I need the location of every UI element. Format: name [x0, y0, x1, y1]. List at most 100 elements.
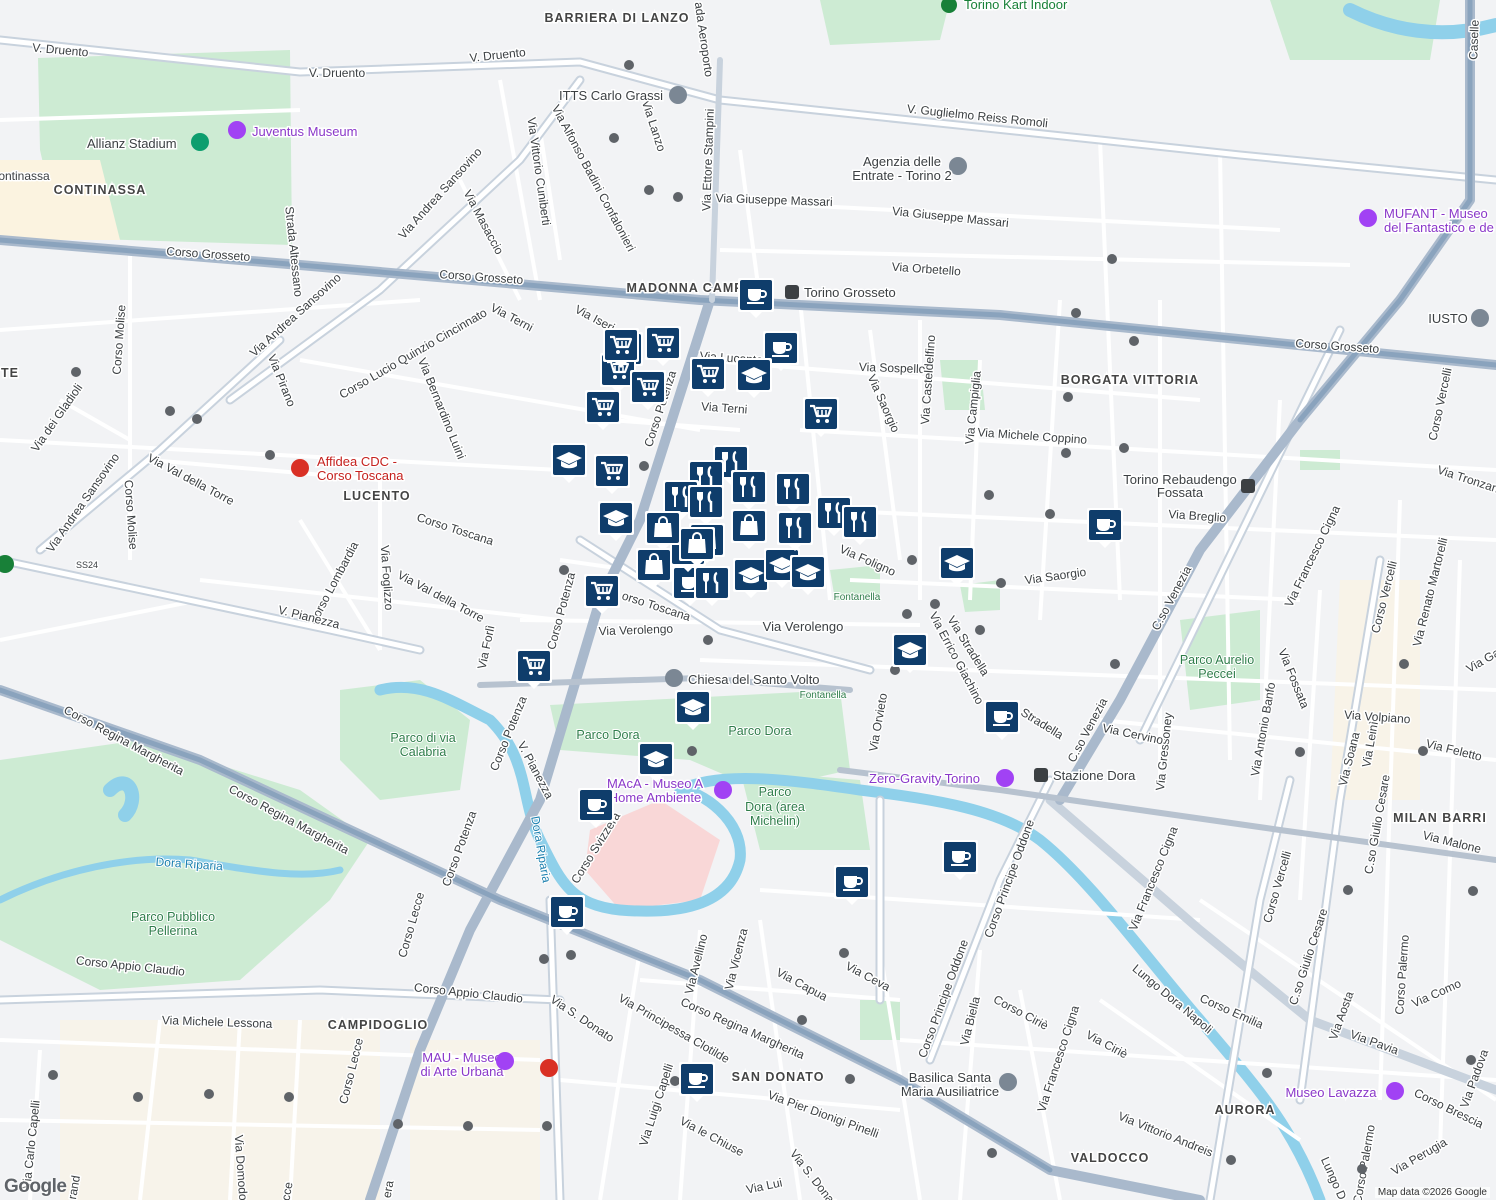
church-icon: [665, 669, 683, 687]
coffee-marker[interactable]: [833, 863, 871, 905]
google-logo: Google: [4, 1176, 67, 1197]
area-san-donato: SAN DONATO: [732, 1070, 825, 1084]
grocery-marker[interactable]: [629, 368, 667, 410]
school-icon: [598, 501, 634, 541]
coffee-icon: [942, 840, 978, 880]
svg-text:IUSTO: IUSTO: [1428, 311, 1468, 326]
museum-icon: [1386, 1082, 1404, 1100]
area-valdocco: VALDOCCO: [1071, 1151, 1150, 1165]
map-canvas[interactable]: BARRIERA DI LANZO CONTINASSA LUCENTO BOR…: [0, 0, 1496, 1200]
museum-icon: [1359, 209, 1377, 227]
school-marker[interactable]: [674, 688, 712, 730]
shopping-marker[interactable]: [635, 546, 673, 588]
svg-text:Parco Dora: Parco Dora: [576, 728, 639, 742]
svg-text:di Arte Urbana: di Arte Urbana: [420, 1064, 504, 1079]
area-continassa: CONTINASSA: [54, 183, 147, 197]
coffee-marker[interactable]: [678, 1060, 716, 1102]
grocery-marker[interactable]: [584, 388, 622, 430]
restaurant-icon: [694, 566, 730, 606]
church-icon: [999, 1073, 1017, 1091]
restaurant-icon: [842, 505, 878, 545]
restaurant-marker[interactable]: [776, 509, 814, 551]
grocery-icon: [690, 357, 726, 397]
svg-text:Parco Dora: Parco Dora: [728, 724, 791, 738]
svg-text:Via Verolengo: Via Verolengo: [598, 622, 673, 639]
svg-text:Juventus Museum: Juventus Museum: [252, 124, 358, 139]
svg-text:Fontanella: Fontanella: [834, 592, 881, 603]
restaurant-marker[interactable]: [730, 468, 768, 510]
restaurant-icon: [777, 511, 813, 551]
restaurant-icon: [775, 472, 811, 512]
coffee-icon: [679, 1062, 715, 1102]
restaurant-marker[interactable]: [687, 483, 725, 525]
grocery-marker[interactable]: [602, 326, 640, 368]
svg-text:cce: cce: [279, 1181, 296, 1200]
svg-text:Parco Pubblico: Parco Pubblico: [131, 910, 215, 924]
svg-text:Via Verolengo: Via Verolengo: [763, 619, 844, 634]
school-marker[interactable]: [938, 544, 976, 586]
shopping-marker[interactable]: [644, 509, 682, 551]
shopping-icon: [645, 511, 681, 551]
grocery-icon: [645, 326, 681, 366]
grocery-marker[interactable]: [583, 572, 621, 614]
map-attribution[interactable]: Map data ©2026 Google: [1374, 1187, 1490, 1198]
museum-icon: [228, 121, 246, 139]
svg-text:Dora (area: Dora (area: [745, 800, 805, 814]
area-milan-barri: MILAN BARRI: [1393, 811, 1487, 825]
coffee-marker[interactable]: [577, 786, 615, 828]
school-icon: [892, 633, 928, 673]
area-lucento: LUCENTO: [343, 489, 410, 503]
svg-text:Chiesa del Santo Volto: Chiesa del Santo Volto: [688, 672, 820, 687]
museum-icon: [714, 781, 732, 799]
svg-text:Fontanella: Fontanella: [800, 690, 847, 701]
school-marker[interactable]: [637, 740, 675, 782]
area-te: TE: [1, 366, 19, 380]
poi-chiesa[interactable]: Chiesa del Santo Volto: [665, 669, 821, 689]
svg-text:Agenzia delle: Agenzia delle: [863, 154, 941, 169]
grocery-marker[interactable]: [515, 647, 553, 689]
area-borgata-vittoria: BORGATA VITTORIA: [1061, 373, 1199, 387]
coffee-marker[interactable]: [983, 698, 1021, 740]
svg-text:Pellerina: Pellerina: [149, 924, 198, 938]
area-campidoglio: CAMPIDOGLIO: [328, 1018, 429, 1032]
school-icon: [669, 86, 687, 104]
coffee-marker[interactable]: [941, 838, 979, 880]
svg-text:Torino Grosseto: Torino Grosseto: [804, 285, 896, 300]
svg-text:ITTS Carlo Grassi: ITTS Carlo Grassi: [559, 88, 663, 103]
svg-text:SS24: SS24: [76, 560, 98, 570]
school-marker[interactable]: [597, 499, 635, 541]
train-station-icon: [1241, 479, 1255, 493]
shopping-marker[interactable]: [730, 507, 768, 549]
restaurant-marker[interactable]: [841, 503, 879, 545]
school-icon: [675, 690, 711, 730]
grocery-icon: [630, 370, 666, 410]
svg-text:Torino Kart Indoor: Torino Kart Indoor: [964, 0, 1068, 12]
restaurant-marker[interactable]: [693, 564, 731, 606]
coffee-icon: [738, 278, 774, 318]
grocery-marker[interactable]: [802, 395, 840, 437]
restaurant-marker[interactable]: [774, 470, 812, 512]
coffee-marker[interactable]: [737, 276, 775, 318]
grocery-icon: [584, 574, 620, 614]
svg-text:ontinassa: ontinassa: [0, 169, 50, 183]
svg-text:Stazione Dora: Stazione Dora: [1053, 768, 1136, 783]
svg-text:Entrate - Torino 2: Entrate - Torino 2: [852, 168, 951, 183]
grocery-marker[interactable]: [644, 324, 682, 366]
school-marker[interactable]: [735, 356, 773, 398]
school-marker[interactable]: [550, 441, 588, 483]
svg-text:Home Ambiente: Home Ambiente: [609, 790, 702, 805]
grocery-marker[interactable]: [689, 355, 727, 397]
svg-text:Corso Toscana: Corso Toscana: [317, 468, 404, 483]
grocery-icon: [585, 390, 621, 430]
poi-iusto[interactable]: IUSTO: [1427, 309, 1489, 328]
entertainment-icon: [996, 769, 1014, 787]
coffee-icon: [984, 700, 1020, 740]
coffee-icon: [549, 895, 585, 935]
school-marker[interactable]: [891, 631, 929, 673]
svg-text:Caselle: Caselle: [1466, 19, 1481, 60]
shopping-marker[interactable]: [678, 525, 716, 567]
school-marker[interactable]: [789, 553, 827, 595]
coffee-marker[interactable]: [1086, 506, 1124, 548]
coffee-marker[interactable]: [548, 893, 586, 935]
grocery-marker[interactable]: [593, 452, 631, 494]
